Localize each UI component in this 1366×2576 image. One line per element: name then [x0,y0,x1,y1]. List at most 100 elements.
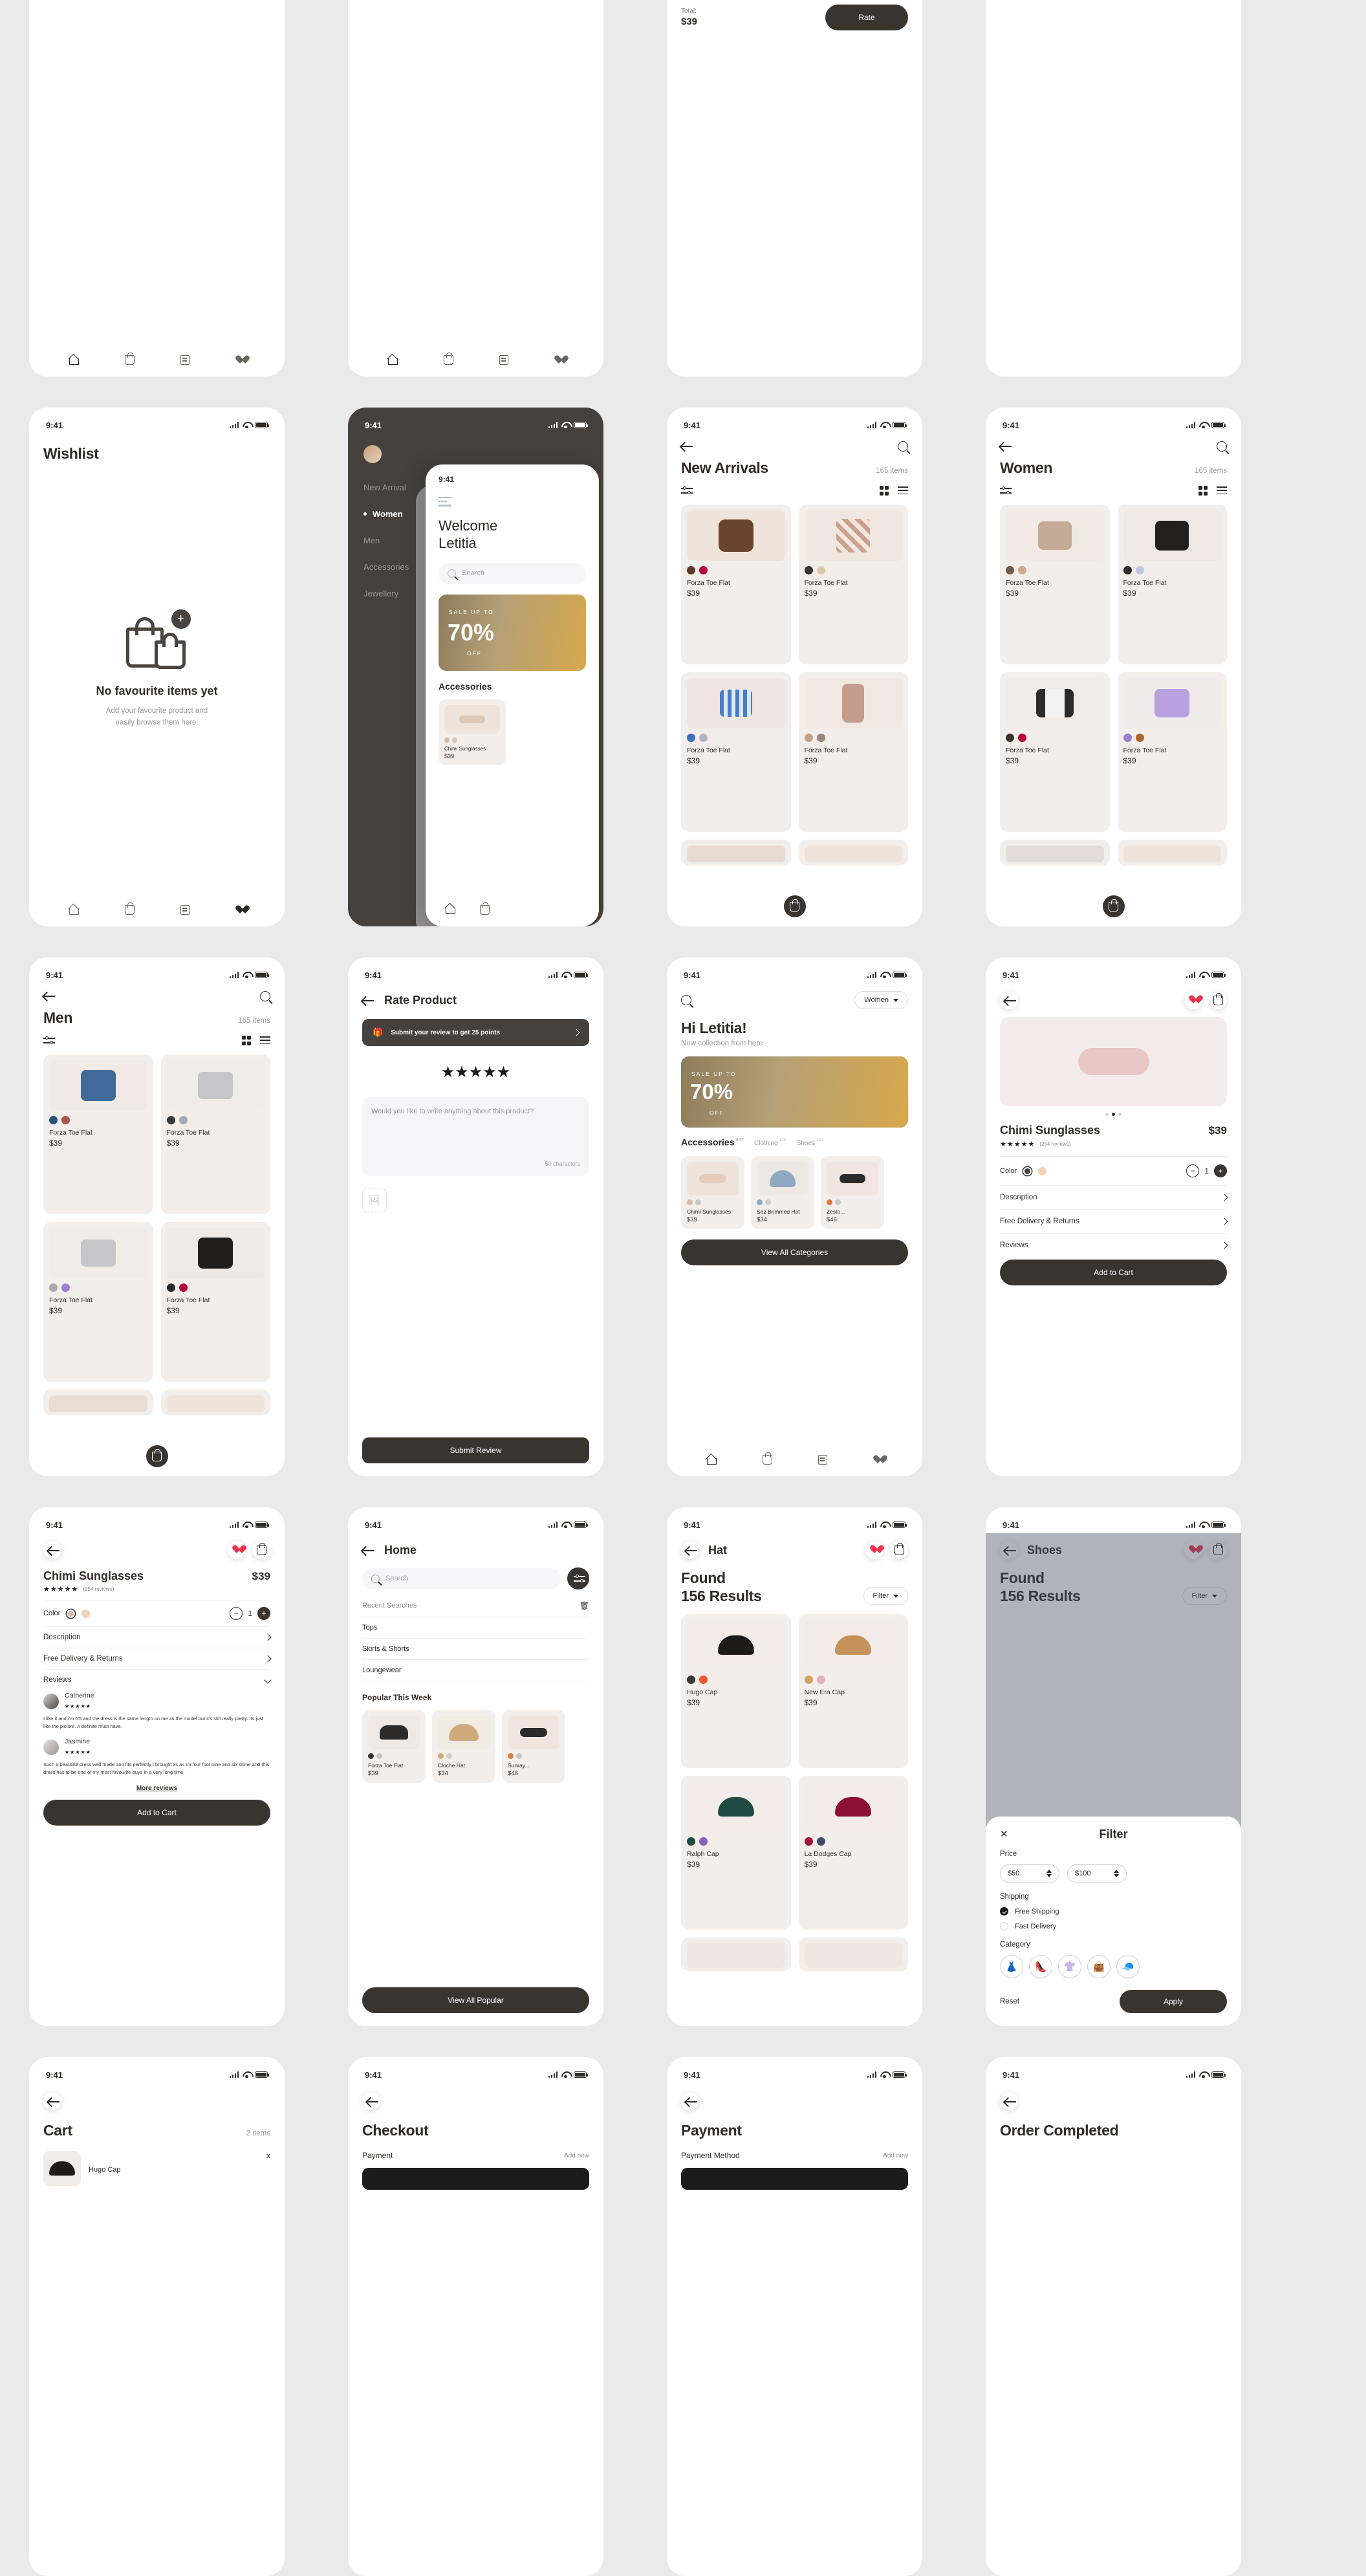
price-min-input[interactable]: $50 [1000,1864,1059,1883]
product-card[interactable]: Zesto... $46 [821,1156,884,1230]
product-card[interactable] [1000,839,1110,866]
row-description[interactable]: Description [43,1633,272,1641]
grid-view-icon[interactable] [241,1036,251,1045]
tab-accessories[interactable]: Accessories [681,1137,735,1147]
delete-icon[interactable]: 🗑 [580,1601,589,1610]
bag-icon[interactable]: 👜 [1087,1955,1111,1978]
row-reviews[interactable]: Reviews [1000,1241,1228,1249]
product-card[interactable]: Forza Toe Flat $39 [160,1054,270,1214]
back-button[interactable] [43,1541,61,1559]
product-card[interactable]: Forza Toe Flat $39 [681,504,791,664]
search-icon[interactable] [1217,441,1227,452]
product-card[interactable]: La Dodges Cap $39 [798,1776,908,1930]
product-card[interactable] [160,1389,270,1415]
increase-button[interactable]: + [257,1607,270,1620]
heart-icon[interactable] [873,1456,883,1465]
heart-icon[interactable] [235,906,245,915]
menu-item-women[interactable]: Women [373,509,403,519]
add-to-cart-button[interactable]: Add to Cart [1000,1260,1227,1285]
bag-icon[interactable] [763,1452,773,1465]
color-swatch-2[interactable] [81,1609,91,1618]
bag-icon[interactable] [444,353,454,365]
orders-icon[interactable] [180,355,190,365]
back-button[interactable] [1000,991,1018,1009]
product-card[interactable]: New Era Cap $39 [798,1614,908,1769]
sale-banner[interactable]: SALE UP TO 70% OFF [439,594,586,671]
row-delivery[interactable]: Free Delivery & Returns [43,1655,272,1663]
dress-icon[interactable]: 👗 [1000,1955,1023,1978]
list-view-icon[interactable] [898,486,908,495]
color-swatch-beige[interactable] [1038,1166,1047,1175]
star-rating-input[interactable]: ★★★★★ [362,1063,589,1082]
cart-fab[interactable] [1102,895,1125,917]
recent-search-item[interactable]: Skirts & Shorts [362,1645,589,1653]
product-card[interactable]: Chimi Sunglasses $39 [439,699,506,765]
product-card[interactable]: Forza Toe Flat $39 [362,1710,426,1783]
promo-banner[interactable]: 🎁 Submit your review to get 25 points [362,1019,589,1046]
filter-button[interactable]: Filter [863,1587,908,1606]
cart-button[interactable] [252,1541,270,1559]
product-card[interactable] [681,839,791,866]
search-icon[interactable] [260,991,270,1001]
back-button[interactable] [43,992,56,1001]
product-card[interactable]: Forza Toe Flat $39 [798,671,908,832]
shipping-option-free[interactable]: Free Shipping [1000,1907,1227,1916]
add-photo-icon[interactable]: 🖼 [362,1188,387,1212]
orders-icon[interactable] [180,905,190,915]
product-card[interactable] [1117,839,1227,866]
home-icon[interactable] [387,356,398,365]
add-new-button[interactable]: Add new [564,2152,589,2159]
favorite-button[interactable] [865,1541,884,1559]
back-button[interactable] [681,2092,699,2110]
product-card[interactable] [798,1937,908,1972]
tab-clothing[interactable]: Clothing [754,1140,778,1147]
sale-banner[interactable]: SALE UP TO 70% OFF [681,1056,908,1128]
row-delivery[interactable]: Free Delivery & Returns [1000,1217,1228,1225]
search-input[interactable]: Search [362,1567,561,1589]
heart-icon[interactable] [554,356,564,365]
quantity-stepper[interactable]: − 1 + [1186,1164,1227,1177]
spinner-icon[interactable] [1046,1870,1052,1877]
orders-icon[interactable] [499,355,508,365]
product-card[interactable]: Sunray... $46 [502,1710,565,1783]
product-card[interactable] [681,1937,791,1972]
home-icon[interactable] [445,905,455,914]
back-button[interactable] [43,2092,61,2110]
color-swatch-1[interactable] [67,1609,76,1618]
product-card[interactable]: Forza Toe Flat $39 [798,504,908,664]
cart-button[interactable] [1209,991,1227,1009]
view-all-categories-button[interactable]: View All Categories [681,1239,908,1266]
product-card[interactable]: Forza Toe Flat $39 [160,1221,270,1382]
search-input[interactable]: Search [439,562,586,584]
photo-upload[interactable]: 🖼 [362,1188,589,1212]
bag-icon[interactable] [125,902,135,915]
back-button[interactable] [1000,442,1013,451]
heart-icon[interactable] [235,356,245,365]
product-card[interactable]: Sez Brimmed Hat $34 [751,1156,814,1230]
grid-view-icon[interactable] [1198,486,1208,496]
product-card[interactable]: Hugo Cap $39 [681,1614,791,1769]
back-button[interactable] [681,1541,699,1559]
back-button[interactable] [681,442,694,451]
product-card[interactable]: Chimi Sunglasses $39 [681,1156,744,1230]
product-card[interactable]: Forza Toe Flat $39 [1117,671,1227,832]
decrease-button[interactable]: − [1186,1164,1200,1177]
quantity-stepper[interactable]: − 1 + [230,1607,270,1620]
add-new-button[interactable]: Add new [883,2152,908,2159]
home-icon[interactable] [706,1456,717,1465]
price-max-input[interactable]: $100 [1067,1864,1127,1883]
product-card[interactable] [798,839,908,866]
bag-icon[interactable] [480,902,490,915]
back-button[interactable] [362,996,375,1005]
home-icon[interactable] [69,356,80,365]
product-card[interactable]: Cloche Hat $34 [432,1710,495,1783]
row-description[interactable]: Description [1000,1194,1228,1201]
product-card[interactable]: Forza Toe Flat $39 [43,1054,153,1214]
list-view-icon[interactable] [260,1036,270,1045]
hamburger-icon[interactable] [439,497,451,507]
grid-view-icon[interactable] [879,486,889,496]
payment-card[interactable] [681,2168,908,2190]
back-button[interactable] [362,2092,380,2110]
remove-item-button[interactable]: x [266,2151,270,2160]
back-button[interactable] [1000,2092,1018,2110]
